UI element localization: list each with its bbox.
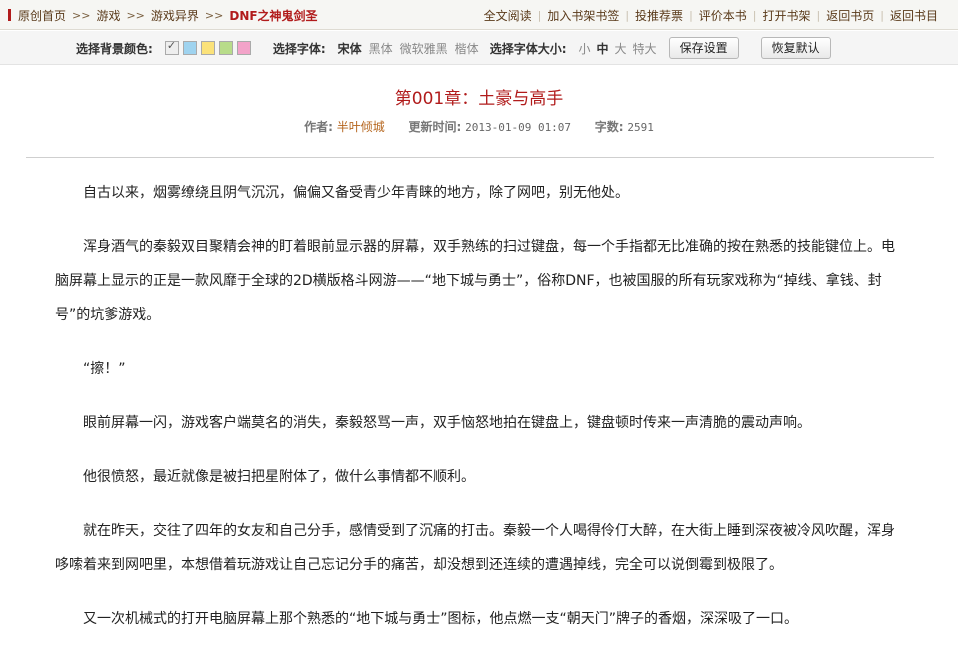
add-bookmark-link[interactable]: 加入书架书签 bbox=[541, 7, 625, 24]
breadcrumb-book-title[interactable]: DNF之神鬼剑圣 bbox=[229, 7, 317, 24]
font-option-yahei[interactable]: 微软雅黑 bbox=[400, 40, 448, 57]
size-option-xlarge[interactable]: 特大 bbox=[633, 40, 657, 57]
chapter-content: 自古以来，烟雾缭绕且阴气沉沉，偏偏又备受青少年青睐的地方，除了网吧，别无他处。 … bbox=[55, 176, 900, 656]
bg-swatch-gray[interactable] bbox=[164, 39, 179, 55]
back-to-book-page-link[interactable]: 返回书页 bbox=[820, 7, 880, 24]
paragraph: 眼前屏幕一闪，游戏客户端莫名的消失，秦毅怒骂一声，双手恼怒地拍在键盘上，键盘顿时… bbox=[83, 415, 811, 431]
chapter-meta: 作者: 半叶倾城 更新时间: 2013-01-09 01:07 字数: 2591 bbox=[0, 118, 958, 135]
breadcrumb: 原创首页 >> 游戏 >> 游戏异界 >> DNF之神鬼剑圣 bbox=[8, 0, 318, 30]
paragraph: 他很愤怒，最近就像是被扫把星附体了，做什么事情都不顺利。 bbox=[83, 469, 475, 485]
bg-swatch-yellow[interactable] bbox=[200, 41, 215, 55]
chapter-title: 第001章：土豪与高手 bbox=[394, 89, 564, 109]
reset-default-button[interactable]: 恢复默认 bbox=[760, 37, 831, 59]
word-count-label: 字数: bbox=[594, 120, 624, 134]
back-to-contents-link[interactable]: 返回书目 bbox=[884, 7, 944, 24]
author-label: 作者: bbox=[304, 120, 333, 134]
font-option-songti[interactable]: 宋体 bbox=[338, 40, 362, 57]
open-bookshelf-link[interactable]: 打开书架 bbox=[757, 7, 817, 24]
paragraph: “擦！” bbox=[83, 361, 126, 377]
author-name[interactable]: 半叶倾城 bbox=[337, 120, 385, 134]
bg-swatch-green[interactable] bbox=[218, 41, 233, 55]
paragraph: 又一次机械式的打开电脑屏幕上那个熟悉的“地下城与勇士”图标，他点燃一支“朝天门”… bbox=[83, 611, 799, 627]
breadcrumb-home[interactable]: 原创首页 bbox=[18, 7, 66, 24]
top-nav-bar: 原创首页 >> 游戏 >> 游戏异界 >> DNF之神鬼剑圣 全文阅读 | 加入… bbox=[0, 0, 958, 30]
word-count-value: 2591 bbox=[627, 121, 654, 134]
bg-swatch-blue[interactable] bbox=[182, 41, 197, 55]
breadcrumb-separator: >> bbox=[72, 8, 91, 22]
font-size-label: 选择字体大小: bbox=[489, 41, 567, 56]
recommend-vote-link[interactable]: 投推荐票 bbox=[629, 7, 689, 24]
paragraph: 浑身酒气的秦毅双目聚精会神的盯着眼前显示器的屏幕，双手熟练的扫过键盘，每一个手指… bbox=[55, 239, 895, 323]
breadcrumb-separator: >> bbox=[126, 8, 145, 22]
bg-color-label: 选择背景颜色: bbox=[76, 41, 153, 56]
breadcrumb-separator: >> bbox=[204, 8, 224, 22]
font-label: 选择字体: bbox=[272, 41, 326, 56]
paragraph: 自古以来，烟雾缭绕且阴气沉沉，偏偏又备受青少年青睐的地方，除了网吧，别无他处。 bbox=[83, 185, 629, 201]
font-option-kaiti[interactable]: 楷体 bbox=[455, 40, 479, 57]
size-option-small[interactable]: 小 bbox=[579, 40, 591, 57]
font-option-heiti[interactable]: 黑体 bbox=[369, 40, 393, 57]
paragraph: 就在昨天，交往了四年的女友和自己分手，感情受到了沉痛的打击。秦毅一个人喝得伶仃大… bbox=[55, 523, 895, 573]
reader-settings-bar: 选择背景颜色: 选择字体: 宋体 黑体 微软雅黑 楷体 选择字体大小: 小 中 … bbox=[0, 31, 958, 65]
save-settings-button[interactable]: 保存设置 bbox=[668, 37, 739, 59]
breadcrumb-fantasy-games[interactable]: 游戏异界 bbox=[151, 7, 199, 24]
header-divider bbox=[26, 157, 934, 158]
review-book-link[interactable]: 评价本书 bbox=[693, 7, 753, 24]
size-option-large[interactable]: 大 bbox=[615, 40, 627, 57]
breadcrumb-marker bbox=[8, 9, 11, 21]
book-actions: 全文阅读 | 加入书架书签 | 投推荐票 | 评价本书 | 打开书架 | 返回书… bbox=[478, 0, 944, 30]
update-time-label: 更新时间: bbox=[408, 120, 462, 134]
read-full-link[interactable]: 全文阅读 bbox=[478, 7, 538, 24]
size-option-medium[interactable]: 中 bbox=[597, 40, 609, 57]
breadcrumb-games[interactable]: 游戏 bbox=[96, 7, 120, 24]
update-time-value: 2013-01-09 01:07 bbox=[465, 121, 572, 134]
bg-swatch-pink[interactable] bbox=[236, 41, 251, 55]
